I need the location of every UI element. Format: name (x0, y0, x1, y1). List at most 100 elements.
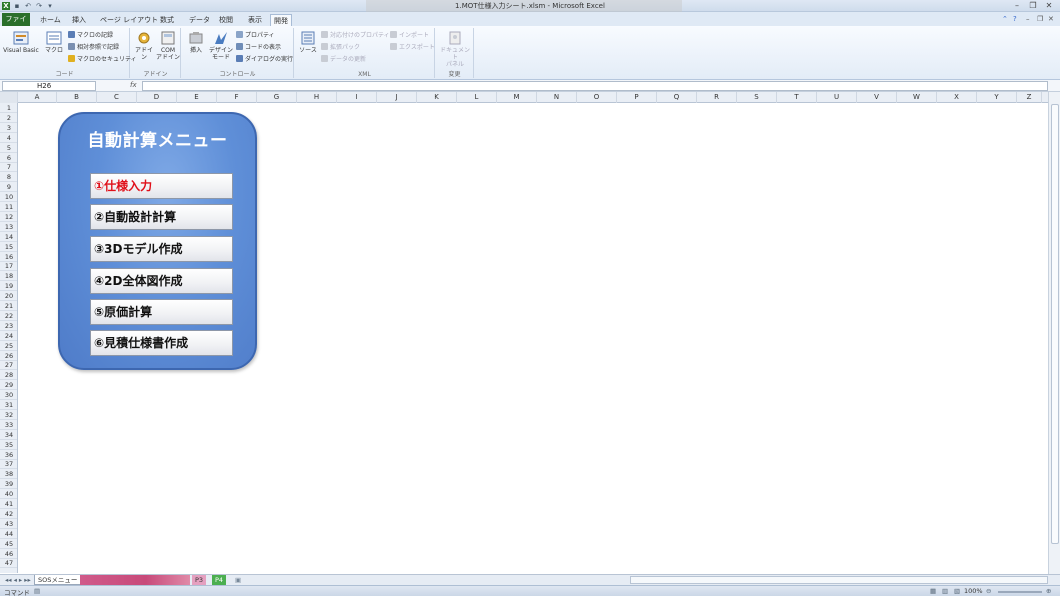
auto-design-calc-button[interactable]: ②自動設計計算 (90, 204, 233, 230)
help-icon[interactable]: ? (1013, 15, 1017, 23)
row-header[interactable]: 47 (0, 558, 17, 569)
insert-control-button[interactable]: 挿入 (185, 30, 207, 54)
zoom-out-icon[interactable]: ⊖ (986, 587, 991, 595)
export-button[interactable]: エクスポート (390, 43, 435, 52)
spec-input-button[interactable]: ①仕様入力 (90, 173, 233, 199)
view-code-button[interactable]: コードの表示 (236, 43, 281, 52)
column-header[interactable]: R (697, 92, 737, 103)
row-header[interactable]: 6 (0, 153, 17, 163)
addin-button[interactable]: アドイン (133, 30, 155, 61)
tab-developer[interactable]: 開発 (270, 14, 292, 26)
row-header[interactable]: 33 (0, 420, 17, 430)
row-header[interactable]: 30 (0, 390, 17, 401)
row-header[interactable]: 7 (0, 162, 17, 173)
row-header[interactable]: 2 (0, 113, 17, 123)
source-button[interactable]: ソース (298, 30, 318, 54)
import-button[interactable]: インポート (390, 31, 429, 40)
horizontal-scrollbar[interactable] (630, 576, 1048, 584)
row-header[interactable]: 24 (0, 331, 17, 341)
column-header[interactable]: W (897, 92, 937, 103)
column-header[interactable]: S (737, 92, 777, 103)
refresh-data-button[interactable]: データの更新 (321, 55, 366, 64)
sheet-tab-sos-menu[interactable]: SOSメニュー (34, 575, 82, 585)
ribbon-collapse-icon[interactable]: ⌃ (1002, 15, 1008, 23)
row-header[interactable]: 23 (0, 321, 17, 331)
column-header[interactable]: X (937, 92, 977, 103)
row-header[interactable]: 32 (0, 410, 17, 420)
column-header[interactable]: O (577, 92, 617, 103)
row-header[interactable]: 34 (0, 430, 17, 440)
row-header[interactable]: 10 (0, 192, 17, 203)
zoom-in-icon[interactable]: ⊕ (1046, 587, 1051, 595)
column-header[interactable]: B (57, 92, 97, 103)
wb-close-icon[interactable]: ✕ (1048, 15, 1054, 23)
column-header[interactable]: U (817, 92, 857, 103)
row-header[interactable]: 46 (0, 549, 17, 559)
row-header[interactable]: 3 (0, 123, 17, 133)
column-header[interactable]: N (537, 92, 577, 103)
tab-file[interactable]: ファイル (2, 13, 30, 36)
com-addin-button[interactable]: COM アドイン (156, 30, 180, 61)
row-header[interactable]: 26 (0, 351, 17, 361)
row-header[interactable]: 28 (0, 370, 17, 381)
document-panel-button[interactable]: ドキュメント パネル (438, 30, 472, 68)
row-header[interactable]: 27 (0, 360, 17, 371)
macro-security-button[interactable]: マクロのセキュリティ (68, 55, 137, 64)
properties-button[interactable]: プロパティ (236, 31, 275, 40)
row-header[interactable]: 44 (0, 529, 17, 539)
column-header[interactable]: I (337, 92, 377, 103)
sheet-tab-p3[interactable]: P3 (192, 575, 207, 585)
row-header[interactable]: 8 (0, 172, 17, 183)
macro-button[interactable]: マクロ (44, 30, 64, 54)
record-macro-button[interactable]: マクロの記録 (68, 31, 113, 40)
wb-minimize-icon[interactable]: – (1026, 15, 1030, 23)
column-header[interactable]: P (617, 92, 657, 103)
formula-input[interactable] (142, 81, 1048, 91)
2d-drawing-button[interactable]: ④2D全体図作成 (90, 268, 233, 294)
insert-function-icon[interactable]: fx (130, 81, 137, 89)
tab-review[interactable]: 校閲 (216, 14, 236, 26)
wb-restore-icon[interactable]: ❐ (1037, 15, 1043, 23)
column-header[interactable]: J (377, 92, 417, 103)
sheet-tab-spec-colored[interactable] (80, 575, 190, 585)
restore-icon[interactable]: ❐ (1028, 1, 1038, 10)
column-header[interactable]: K (417, 92, 457, 103)
row-header[interactable]: 21 (0, 301, 17, 311)
column-header[interactable]: V (857, 92, 897, 103)
column-header[interactable]: T (777, 92, 817, 103)
row-header[interactable]: 5 (0, 143, 17, 153)
row-header[interactable]: 17 (0, 261, 17, 272)
row-header[interactable]: 25 (0, 341, 17, 351)
vertical-scrollbar[interactable] (1048, 92, 1060, 574)
view-pagebreak-icon[interactable]: ▧ (954, 587, 960, 595)
column-header[interactable]: L (457, 92, 497, 103)
column-header[interactable]: Z (1017, 92, 1042, 103)
tab-formulas[interactable]: 数式 (157, 14, 177, 26)
name-box[interactable]: H26 (2, 81, 96, 91)
column-header[interactable]: G (257, 92, 297, 103)
column-header[interactable]: Q (657, 92, 697, 103)
row-header[interactable]: 40 (0, 489, 17, 500)
zoom-level[interactable]: 100% (964, 587, 983, 595)
column-header[interactable]: C (97, 92, 137, 103)
column-header[interactable]: H (297, 92, 337, 103)
column-header[interactable]: F (217, 92, 257, 103)
row-header[interactable]: 20 (0, 291, 17, 302)
row-header[interactable]: 13 (0, 222, 17, 232)
row-header[interactable]: 18 (0, 271, 17, 282)
row-header[interactable]: 35 (0, 440, 17, 450)
row-header[interactable]: 39 (0, 479, 17, 490)
select-all-corner[interactable] (0, 92, 18, 103)
map-properties-button[interactable]: 対応付けのプロパティ (321, 31, 390, 40)
row-header[interactable]: 42 (0, 509, 17, 519)
row-header[interactable]: 12 (0, 212, 17, 222)
expansion-pack-button[interactable]: 拡張パック (321, 43, 360, 52)
sheet-nav-icon[interactable]: ◂◂ ◂ ▸ ▸▸ (2, 575, 34, 585)
view-layout-icon[interactable]: ▥ (942, 587, 948, 595)
sheet-tab-p4[interactable]: P4 (212, 575, 227, 585)
row-header[interactable]: 9 (0, 182, 17, 193)
zoom-slider[interactable] (998, 591, 1042, 593)
row-header[interactable]: 43 (0, 519, 17, 529)
tab-insert[interactable]: 挿入 (69, 14, 89, 26)
3d-model-button[interactable]: ③3Dモデル作成 (90, 236, 233, 262)
